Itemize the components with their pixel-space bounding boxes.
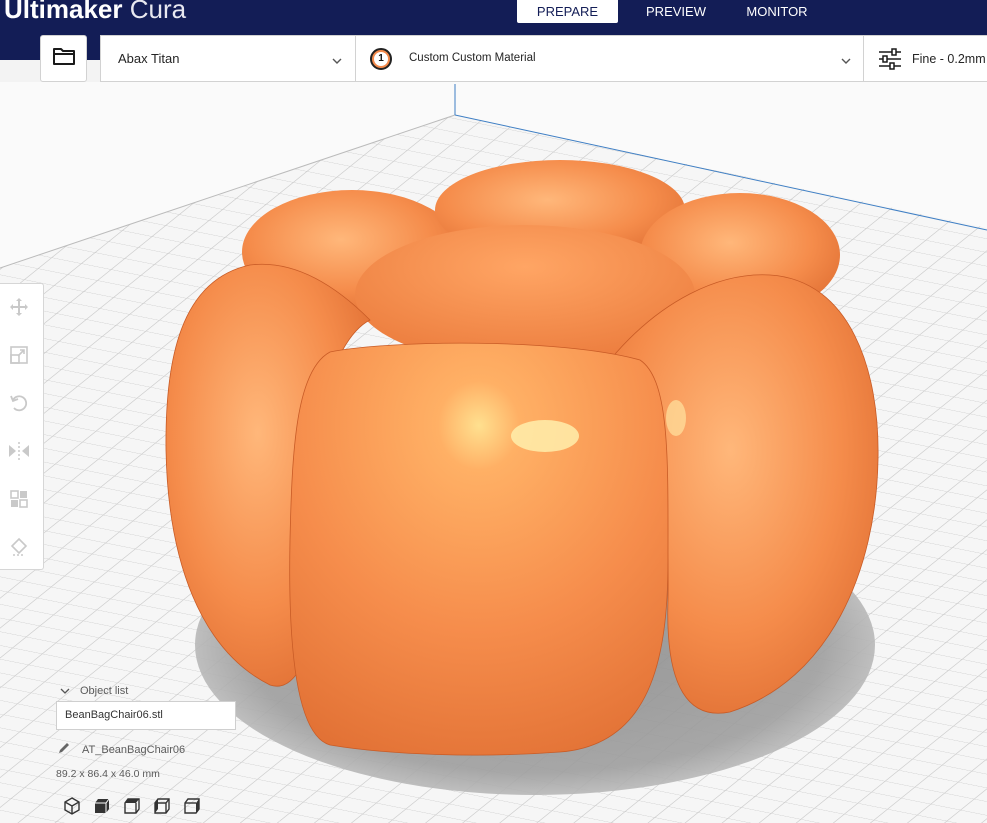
top-view-icon[interactable] [117,795,147,817]
chevron-down-icon [60,682,70,700]
printer-selector[interactable]: Abax Titan [101,36,356,81]
per-model-settings-icon[interactable] [6,486,32,512]
tab-preview[interactable]: PREVIEW [618,0,734,23]
job-name: AT_BeanBagChair06 [82,744,186,756]
right-view-icon[interactable] [177,795,207,817]
tab-prepare[interactable]: PREPARE [517,0,618,23]
front-view-icon[interactable] [87,795,117,817]
left-view-icon[interactable] [147,795,177,817]
stage-tabs: PREPARE PREVIEW MONITOR [517,0,820,23]
brand-light: Cura [122,0,187,24]
brand-bold: Ultimaker [4,0,123,24]
chevron-down-icon [332,52,342,70]
mirror-icon[interactable] [6,438,32,464]
object-list-item[interactable]: BeanBagChair06.stl [56,701,236,730]
support-blocker-icon[interactable] [6,534,32,560]
print-settings-selector[interactable]: Fine - 0.2mm [864,36,987,81]
tool-panel [0,283,44,570]
material-selector[interactable]: 1 Custom Custom Material [356,36,864,81]
object-list-toggle[interactable]: Object list [60,683,128,699]
highlight-front [511,420,579,452]
object-list-header: Object list [80,685,129,697]
3d-view-icon[interactable] [57,795,87,817]
pencil-icon [58,741,70,759]
app-logo: Ultimaker Cura [4,0,186,25]
printer-toolbar: Abax Titan 1 Custom Custom Material Fine… [100,35,987,82]
model-beanbagchair[interactable] [165,160,879,756]
lobe-front [289,342,669,756]
scale-icon[interactable] [6,342,32,368]
folder-icon [52,46,76,71]
printer-name: Abax Titan [118,51,180,66]
view-orientation-buttons [57,795,207,817]
chevron-down-icon [841,52,851,70]
extruder-badge: 1 [370,48,392,70]
profile-name: Fine - 0.2mm [912,52,986,66]
job-name-row[interactable]: AT_BeanBagChair06 [58,741,185,759]
open-file-button[interactable] [40,35,87,82]
rotate-icon[interactable] [6,390,32,416]
extruder-number: 1 [374,52,388,66]
highlight-right [666,400,686,436]
tab-monitor[interactable]: MONITOR [734,0,820,23]
settings-sliders-icon [878,48,902,75]
move-icon[interactable] [6,294,32,320]
model-dimensions: 89.2 x 86.4 x 46.0 mm [56,768,160,780]
material-name: Custom Custom Material [409,52,536,64]
